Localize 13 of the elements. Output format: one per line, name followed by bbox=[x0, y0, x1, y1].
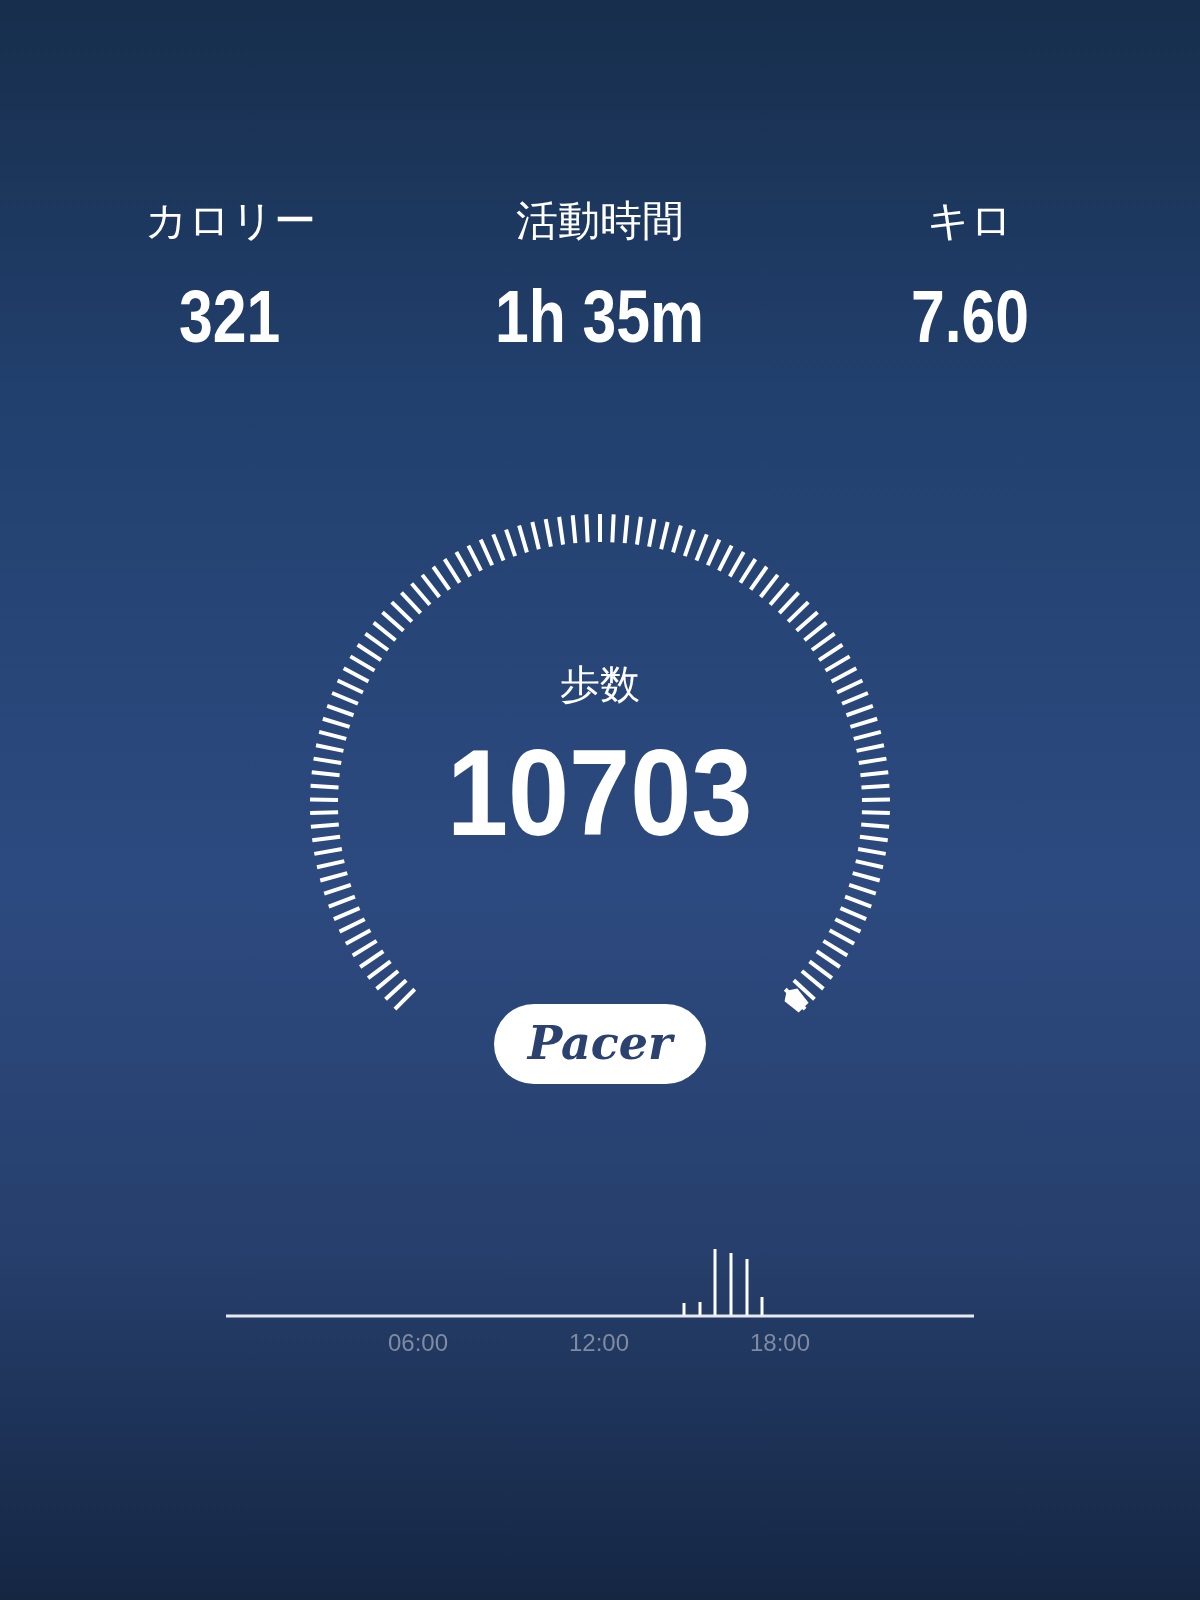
axis-label: 06:00 bbox=[387, 1327, 449, 1358]
stat-value: 7.60 bbox=[910, 279, 1030, 354]
stat-value: 1h 35m bbox=[495, 279, 705, 354]
steps-label: 歩数 bbox=[560, 660, 640, 708]
steps-count: 10703 bbox=[447, 731, 753, 854]
stat-value: 321 bbox=[179, 279, 281, 354]
logo-badge: Pacer bbox=[494, 1003, 706, 1084]
stat-label: カロリー bbox=[144, 196, 316, 246]
axis-label: 12:00 bbox=[568, 1327, 630, 1358]
axis-label: 18:00 bbox=[749, 1327, 811, 1358]
stat-label: 活動時間 bbox=[516, 196, 684, 246]
stat-label: キロ bbox=[927, 196, 1013, 246]
progress-marker-icon bbox=[784, 988, 809, 1013]
